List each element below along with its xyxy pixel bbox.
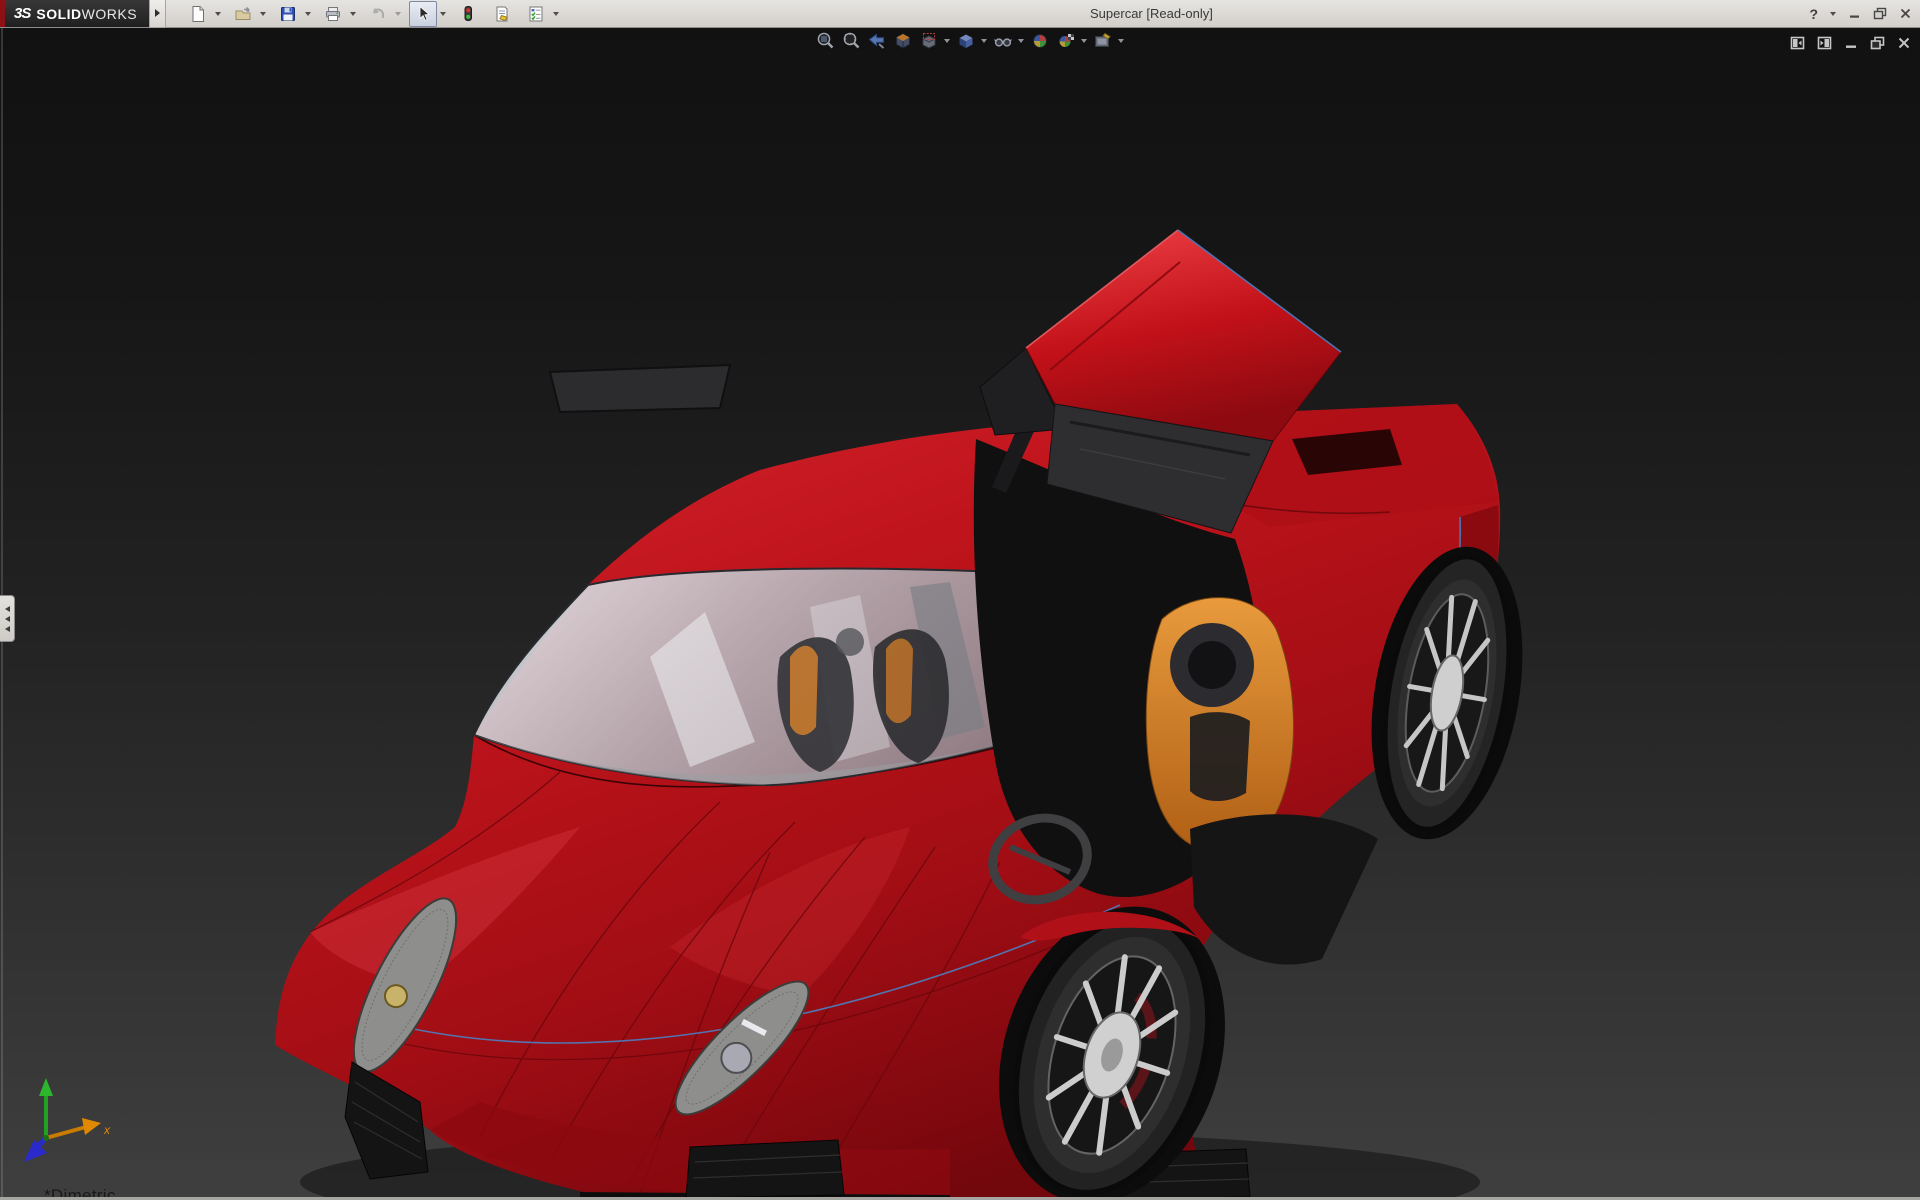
menu-flyout-button[interactable]	[149, 0, 167, 28]
select-cursor-icon	[419, 5, 431, 21]
feature-manager-collapsed-tab[interactable]	[0, 595, 15, 642]
restore-icon	[1873, 7, 1887, 20]
view-orientation-button[interactable]	[917, 30, 940, 51]
undo-icon	[372, 7, 385, 18]
heads-up-view-toolbar	[813, 30, 1125, 51]
apply-scene-button[interactable]	[1054, 30, 1077, 51]
document-title: Supercar [Read-only]	[1090, 6, 1213, 21]
doc-restore-icon	[1870, 36, 1885, 50]
minimize-button[interactable]	[1848, 4, 1861, 24]
apply-scene-icon	[1059, 33, 1074, 47]
open-button[interactable]	[229, 1, 257, 27]
restore-button[interactable]	[1873, 4, 1887, 24]
flyout-arrow-icon	[155, 9, 161, 17]
titlebar: 3S SOLID WORKS Supercar [Read-only] ?	[0, 0, 1920, 28]
save-dropdown[interactable]	[302, 2, 313, 26]
hide-show-items-button[interactable]	[991, 30, 1014, 51]
apply-scene-dropdown[interactable]	[1080, 30, 1088, 51]
roof-window	[548, 363, 732, 414]
x-axis-label: x	[103, 1123, 111, 1137]
pane-left-icon	[1790, 36, 1805, 50]
window-controls: ?	[1809, 0, 1912, 27]
graphics-viewport[interactable]: x *Dimetric	[0, 27, 1920, 1200]
expand-left-arrow-icon	[4, 605, 10, 612]
rebuild-button[interactable]	[454, 1, 482, 27]
orientation-triad: x	[24, 1078, 111, 1162]
zoom-to-fit-icon	[817, 32, 833, 48]
brand-name-light: WORKS	[81, 5, 138, 22]
select-button[interactable]	[409, 0, 438, 27]
standard-toolbar	[184, 0, 567, 27]
previous-view-icon	[868, 33, 884, 49]
view-settings-icon	[1094, 32, 1111, 47]
new-document-button[interactable]	[184, 1, 212, 27]
options-button[interactable]	[522, 1, 550, 27]
pane-right-button[interactable]	[1817, 35, 1832, 51]
expand-left-arrow-icon	[4, 625, 10, 632]
pane-right-icon	[1817, 36, 1832, 50]
help-button[interactable]: ?	[1809, 4, 1818, 24]
open-dropdown[interactable]	[257, 2, 268, 26]
x-axis	[45, 1125, 87, 1140]
print-dropdown[interactable]	[347, 2, 358, 26]
view-settings-button[interactable]	[1091, 30, 1114, 51]
select-dropdown[interactable]	[437, 2, 448, 26]
display-style-icon	[959, 34, 972, 48]
view-orientation-dropdown[interactable]	[943, 30, 951, 51]
minimize-icon	[1850, 15, 1859, 18]
hide-show-items-dropdown[interactable]	[1017, 30, 1025, 51]
doc-minimize-button[interactable]	[1844, 35, 1858, 51]
front-grille-center	[685, 1139, 845, 1199]
options-dropdown[interactable]	[550, 2, 561, 26]
undo-button[interactable]	[364, 1, 392, 27]
doc-minimize-icon	[1846, 45, 1856, 48]
options-icon	[529, 6, 543, 21]
help-icon: ?	[1809, 5, 1818, 22]
view-settings-dropdown[interactable]	[1117, 30, 1125, 51]
previous-view-button[interactable]	[865, 30, 888, 51]
solidworks-logo: 3S SOLID WORKS	[0, 0, 150, 27]
doc-close-button[interactable]	[1897, 35, 1911, 51]
file-properties-icon	[496, 6, 508, 21]
hide-show-items-icon	[993, 37, 1012, 47]
help-dropdown[interactable]	[1830, 4, 1836, 24]
section-view-button[interactable]	[891, 30, 914, 51]
edit-appearance-button[interactable]	[1028, 30, 1051, 51]
section-view-icon	[895, 32, 910, 49]
edit-appearance-icon	[1032, 33, 1047, 48]
rocker-shadow	[1190, 814, 1378, 965]
open-icon	[235, 6, 251, 20]
zoom-to-fit-button[interactable]	[813, 30, 836, 51]
doc-close-icon	[1898, 37, 1910, 49]
zoom-to-area-icon	[843, 32, 859, 48]
print-button[interactable]	[319, 1, 347, 27]
view-orientation-icon	[922, 32, 935, 49]
brand-name-bold: SOLID	[36, 5, 82, 22]
rebuild-traffic-light-icon	[464, 5, 473, 21]
print-icon	[326, 6, 341, 21]
doc-restore-button[interactable]	[1870, 35, 1885, 51]
pane-left-button[interactable]	[1790, 35, 1805, 51]
orange-seat	[1145, 597, 1294, 852]
close-icon	[1900, 8, 1911, 19]
file-properties-button[interactable]	[488, 1, 516, 27]
save-button[interactable]	[274, 1, 302, 27]
close-button[interactable]	[1899, 4, 1912, 24]
undo-dropdown[interactable]	[392, 2, 403, 26]
document-window-controls	[1790, 35, 1911, 51]
display-style-dropdown[interactable]	[980, 30, 988, 51]
new-document-dropdown[interactable]	[212, 2, 223, 26]
save-icon	[281, 6, 296, 21]
supercar-3d-model[interactable]	[250, 187, 1540, 1200]
brand-glyph: 3S	[14, 5, 31, 22]
new-document-icon	[192, 5, 205, 22]
zoom-to-area-button[interactable]	[839, 30, 862, 51]
solidworks-window: 3S SOLID WORKS Supercar [Read-only] ? x …	[0, 0, 1920, 1200]
expand-left-arrow-icon	[4, 615, 10, 622]
car-body	[275, 404, 1501, 1200]
display-style-button[interactable]	[954, 30, 977, 51]
